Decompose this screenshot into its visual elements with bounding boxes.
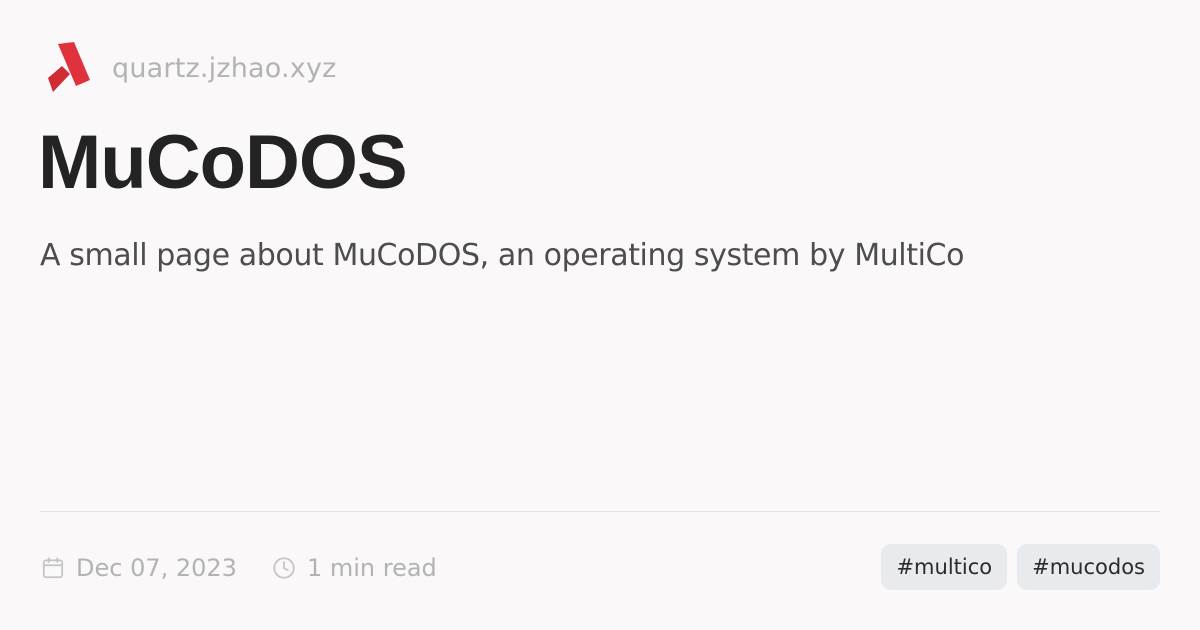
page-description: A small page about MuCoDOS, an operating…: [40, 238, 965, 273]
site-domain: quartz.jzhao.xyz: [112, 52, 337, 84]
publish-date: Dec 07, 2023: [40, 554, 237, 582]
quartz-logo-icon: [48, 42, 90, 92]
publish-date-text: Dec 07, 2023: [76, 554, 237, 582]
reading-time-text: 1 min read: [306, 554, 437, 582]
tag-list: #multico #mucodos: [881, 544, 1160, 590]
tag-multico[interactable]: #multico: [881, 544, 1008, 590]
tag-mucodos[interactable]: #mucodos: [1017, 544, 1160, 590]
divider: [40, 511, 1160, 512]
reading-time: 1 min read: [271, 554, 437, 582]
page-title: MuCoDOS: [38, 120, 408, 205]
site-header: quartz.jzhao.xyz: [40, 38, 337, 98]
page-meta: Dec 07, 2023 1 min read: [40, 548, 437, 588]
clock-icon: [273, 557, 295, 579]
calendar-icon: [42, 557, 64, 579]
